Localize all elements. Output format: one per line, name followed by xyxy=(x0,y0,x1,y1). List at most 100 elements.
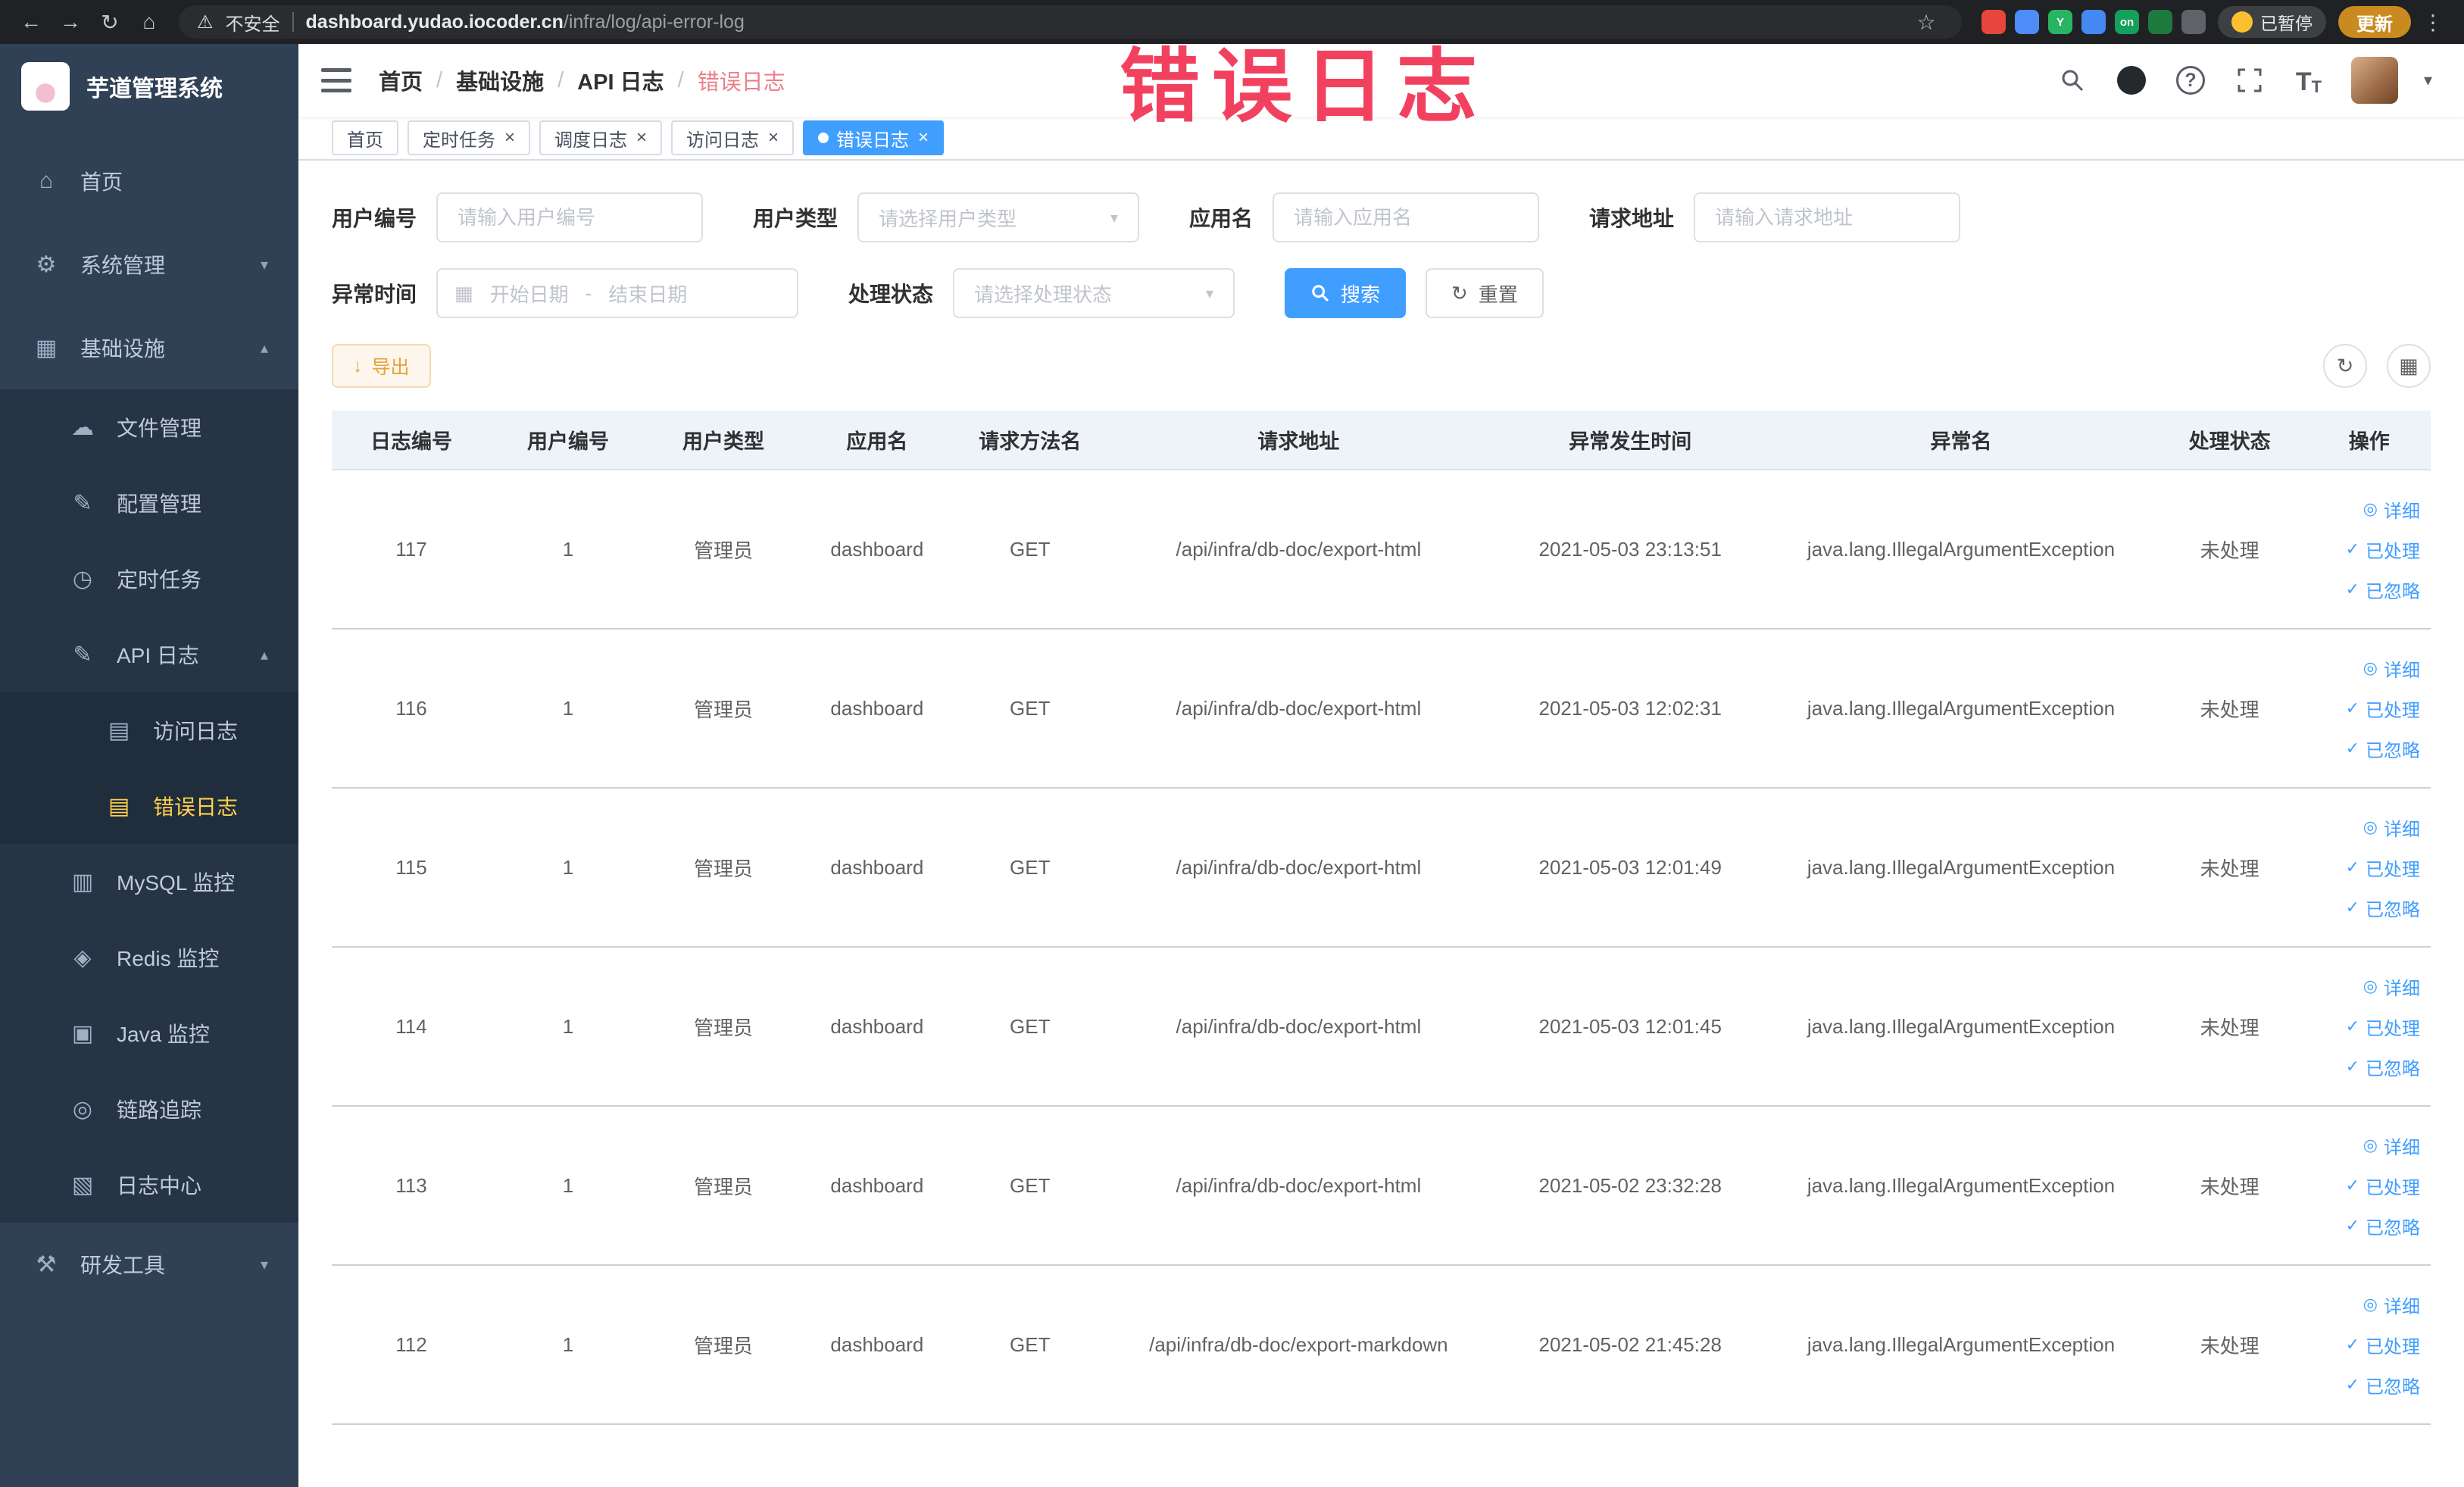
hamburger-icon[interactable] xyxy=(321,68,351,92)
detail-link[interactable]: ◎ 详细 xyxy=(2363,1132,2420,1159)
cell-exception-name: java.lang.IllegalArgumentException xyxy=(1770,1265,2152,1425)
breadcrumb-item[interactable]: API 日志 xyxy=(577,64,664,96)
tab-item[interactable]: 访问日志 × xyxy=(671,120,795,155)
address-bar[interactable]: ⚠ 不安全 dashboard.yudao.iocoder.cn/infra/l… xyxy=(179,5,1962,39)
reload-icon[interactable]: ↻ xyxy=(92,5,127,39)
column-settings-button[interactable]: ▦ xyxy=(2387,344,2431,388)
font-size-icon[interactable]: TT xyxy=(2292,64,2325,97)
sidebar-item[interactable]: ◈ Redis 监控 xyxy=(0,920,298,995)
update-button[interactable]: 更新 xyxy=(2338,6,2411,38)
logo-rabbit-avatar xyxy=(21,62,70,111)
processed-link[interactable]: ✓ 已处理 xyxy=(2346,1014,2420,1040)
sidebar-item[interactable]: ◷ 定时任务 xyxy=(0,541,298,617)
breadcrumb-item[interactable]: 首页 xyxy=(379,64,423,96)
processed-link[interactable]: ✓ 已处理 xyxy=(2346,854,2420,881)
sidebar-item[interactable]: ▥ MySQL 监控 xyxy=(0,844,298,920)
extension-green-circle-icon[interactable]: Y xyxy=(2048,10,2072,34)
sidebar-item[interactable]: ▣ Java 监控 xyxy=(0,995,298,1071)
security-label[interactable]: 不安全 xyxy=(226,9,280,36)
browser-home-icon[interactable]: ⌂ xyxy=(132,5,167,39)
tab-item[interactable]: 错误日志 × xyxy=(803,120,945,155)
back-icon[interactable]: ← xyxy=(14,5,48,39)
extension-red-circle-icon[interactable] xyxy=(1982,10,2006,34)
ignored-link[interactable]: ✓ 已忽略 xyxy=(2346,895,2420,921)
close-icon[interactable]: × xyxy=(768,129,779,147)
help-icon[interactable]: ? xyxy=(2174,64,2207,97)
cell-log-id: 116 xyxy=(332,629,492,789)
processed-link[interactable]: ✓ 已处理 xyxy=(2346,695,2420,722)
tab-item[interactable]: 首页 xyxy=(332,120,398,155)
paused-label: 已暂停 xyxy=(2260,14,2313,33)
filter-exception-time: 异常时间 ▦ 开始日期 - 结束日期 xyxy=(332,268,799,318)
processed-link[interactable]: ✓ 已处理 xyxy=(2346,536,2420,563)
processed-link[interactable]: ✓ 已处理 xyxy=(2346,1173,2420,1199)
chevron-down-icon[interactable]: ▾ xyxy=(2424,70,2432,90)
sidebar-item[interactable]: ⌂ 首页 xyxy=(0,139,298,223)
sidebar-item[interactable]: ▤ 访问日志 xyxy=(0,692,298,768)
extension-blue-grid-icon[interactable] xyxy=(2081,10,2106,34)
export-button[interactable]: ↓ 导出 xyxy=(332,344,431,388)
detail-link[interactable]: ◎ 详细 xyxy=(2363,973,2420,1000)
cell-app-name: dashboard xyxy=(801,788,953,948)
sidebar-item[interactable]: ▤ 错误日志 xyxy=(0,768,298,844)
close-icon[interactable]: × xyxy=(918,129,929,147)
close-icon[interactable]: × xyxy=(504,129,515,147)
sidebar-item[interactable]: ☁ 文件管理 xyxy=(0,389,298,465)
sidebar-item[interactable]: ◎ 链路追踪 xyxy=(0,1071,298,1147)
user-type-select[interactable]: 请选择用户类型 ▾ xyxy=(857,192,1140,242)
date-range-picker[interactable]: ▦ 开始日期 - 结束日期 xyxy=(436,268,799,318)
breadcrumb-item[interactable]: 基础设施 xyxy=(456,64,544,96)
extension-green-tree-icon[interactable] xyxy=(2148,10,2172,34)
github-icon[interactable] xyxy=(2115,64,2148,97)
url-text[interactable]: dashboard.yudao.iocoder.cn/infra/log/api… xyxy=(306,11,1897,33)
paused-badge[interactable]: 已暂停 xyxy=(2218,6,2326,38)
cell-exception-time: 2021-05-03 12:01:45 xyxy=(1490,947,1771,1107)
filter-label: 请求地址 xyxy=(1589,207,1675,230)
sidebar-item[interactable]: ▧ 日志中心 xyxy=(0,1147,298,1223)
detail-link[interactable]: ◎ 详细 xyxy=(2363,814,2420,841)
ignored-link[interactable]: ✓ 已忽略 xyxy=(2346,1213,2420,1239)
extension-blue-drop-icon[interactable] xyxy=(2015,10,2039,34)
detail-link[interactable]: ◎ 详细 xyxy=(2363,655,2420,682)
tab-item[interactable]: 定时任务 × xyxy=(408,120,531,155)
sidebar-item[interactable]: ✎ 配置管理 xyxy=(0,465,298,541)
sidebar-item[interactable]: ⚙ 系统管理 ▾ xyxy=(0,223,298,306)
export-button-label: 导出 xyxy=(371,357,410,378)
reset-button[interactable]: ↻ 重置 xyxy=(1426,268,1544,318)
sidebar-item[interactable]: ⚒ 研发工具 ▾ xyxy=(0,1223,298,1306)
browser-menu-kebab-icon[interactable]: ⋮ xyxy=(2416,5,2450,39)
search-button[interactable]: 搜索 xyxy=(1285,268,1407,318)
extension-on-badge-icon[interactable]: on xyxy=(2115,10,2139,34)
detail-link[interactable]: ◎ 详细 xyxy=(2363,496,2420,523)
main-area: 首页 / 基础设施 / API 日志 / 错误日志 ? TT ▾ 首页 定时任务… xyxy=(298,44,2464,1487)
sidebar-item-label: 定时任务 xyxy=(117,568,202,592)
column-header: 请求方法名 xyxy=(952,411,1107,470)
bookmark-star-icon[interactable]: ☆ xyxy=(1909,5,1944,39)
ignored-link[interactable]: ✓ 已忽略 xyxy=(2346,1054,2420,1080)
tab-item[interactable]: 调度日志 × xyxy=(539,120,663,155)
process-status-select[interactable]: 请选择处理状态 ▾ xyxy=(953,268,1235,318)
refresh-table-button[interactable]: ↻ xyxy=(2323,344,2367,388)
chevron-down-icon: ▾ xyxy=(1110,209,1119,226)
extension-dark-pin-icon[interactable] xyxy=(2181,10,2206,34)
sidebar-item[interactable]: ✎ API 日志 ▴ xyxy=(0,617,298,692)
top-navbar: 首页 / 基础设施 / API 日志 / 错误日志 ? TT ▾ xyxy=(298,44,2464,117)
ignored-link[interactable]: ✓ 已忽略 xyxy=(2346,1372,2420,1398)
error-log-table: 日志编号 用户编号 用户类型 应用名 请求方法名 请求地址 异常发生时间 异常名 处理状态 操作 … xyxy=(332,411,2431,1425)
detail-link[interactable]: ◎ 详细 xyxy=(2363,1292,2420,1318)
user-avatar[interactable] xyxy=(2350,57,2398,104)
fullscreen-icon[interactable] xyxy=(2233,64,2266,97)
forward-icon[interactable]: → xyxy=(53,5,88,39)
app-logo[interactable]: 芋道管理系统 xyxy=(0,44,298,129)
cell-request-url: /api/infra/db-doc/export-html xyxy=(1107,1106,1491,1266)
app-name-input[interactable] xyxy=(1273,192,1540,242)
sidebar-item[interactable]: ▦ 基础设施 ▴ xyxy=(0,306,298,389)
ignored-link[interactable]: ✓ 已忽略 xyxy=(2346,736,2420,762)
close-icon[interactable]: × xyxy=(636,129,647,147)
ignored-link[interactable]: ✓ 已忽略 xyxy=(2346,576,2420,603)
user-id-input[interactable] xyxy=(436,192,704,242)
search-icon[interactable] xyxy=(2056,64,2089,97)
reset-button-label: 重置 xyxy=(1478,283,1518,306)
processed-link[interactable]: ✓ 已处理 xyxy=(2346,1332,2420,1358)
request-url-input[interactable] xyxy=(1694,192,1961,242)
